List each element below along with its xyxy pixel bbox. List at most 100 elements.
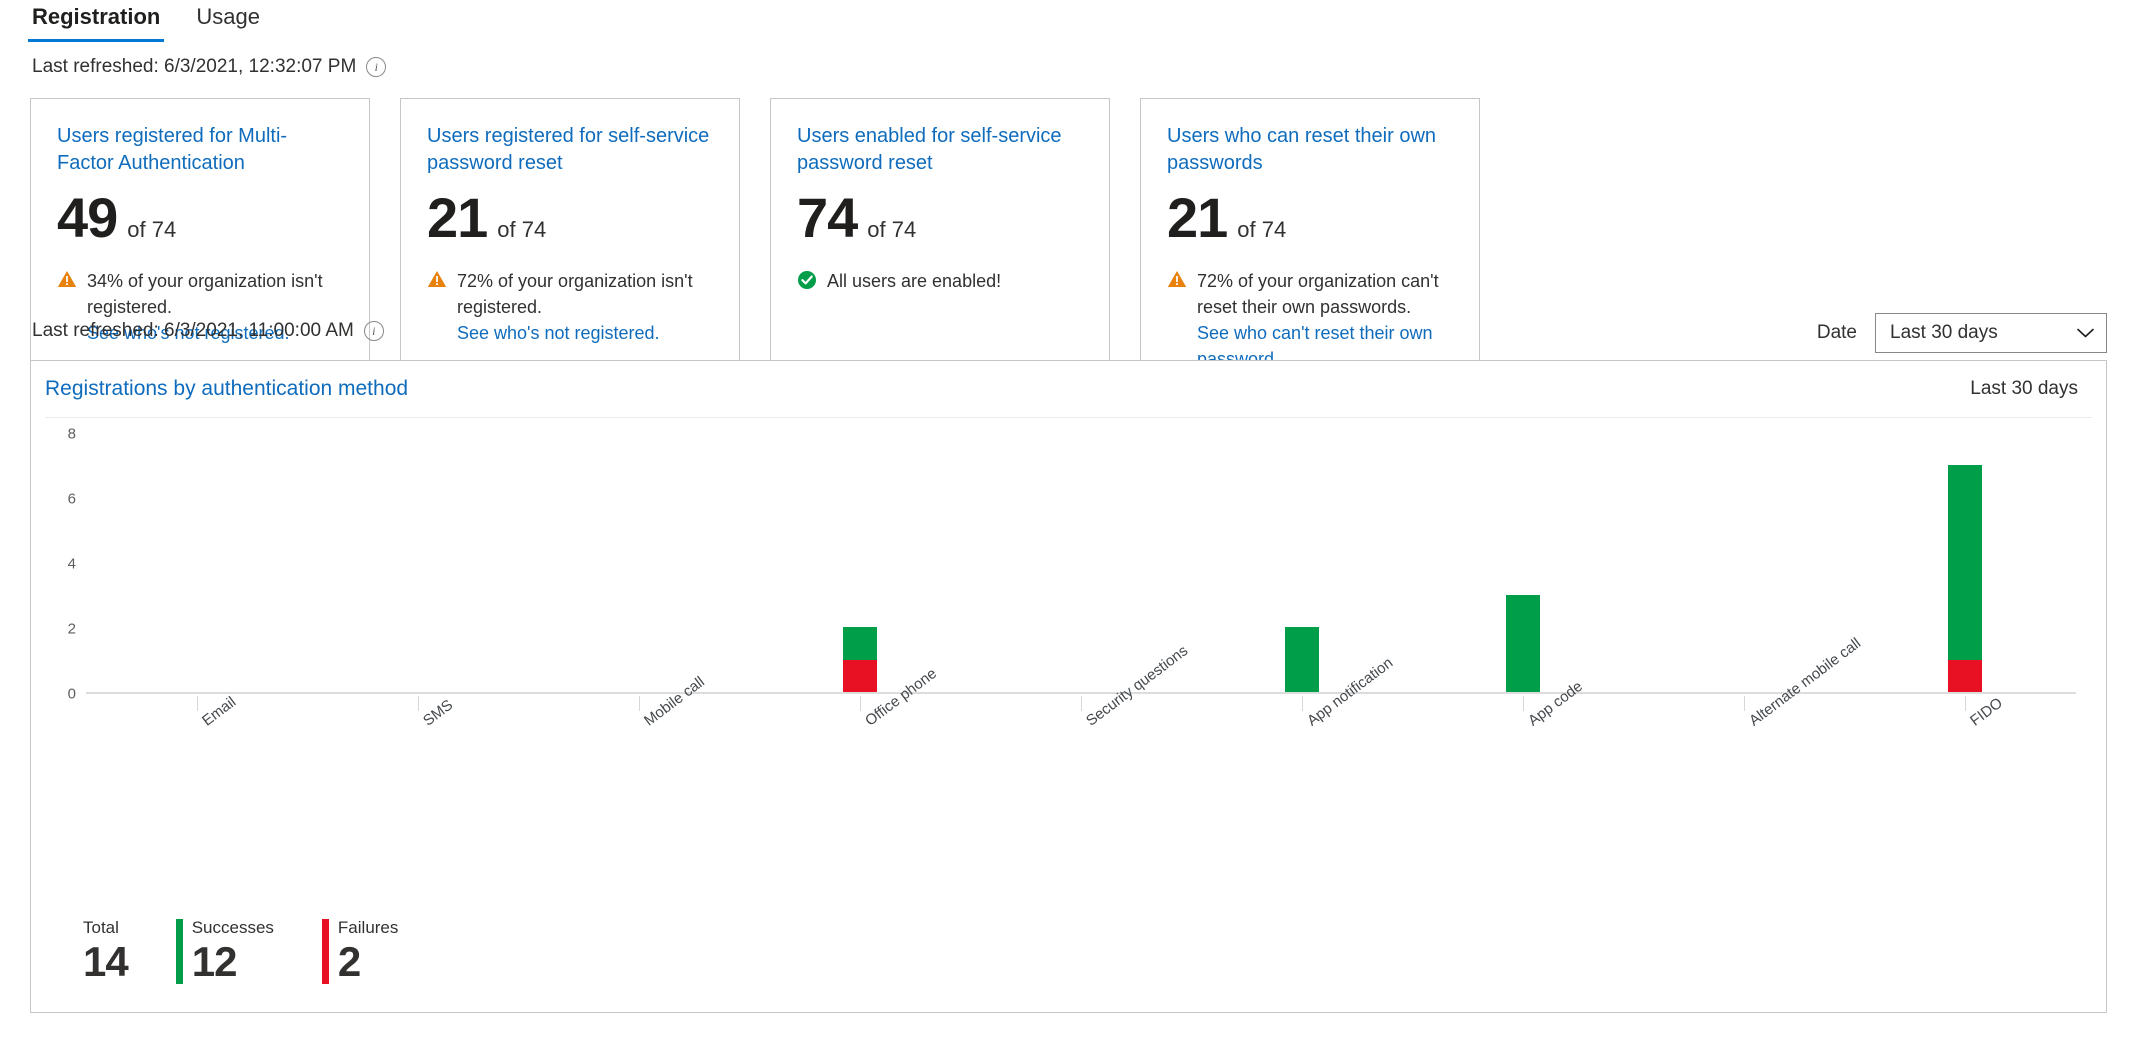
- chart-bar-segment-successes[interactable]: [1506, 594, 1541, 692]
- kpi-card-value: 21: [1167, 186, 1228, 250]
- kpi-card-value: 49: [57, 186, 118, 250]
- x-axis-label: FIDO: [1967, 694, 2007, 730]
- chart-bar-segment-successes[interactable]: [1948, 464, 1983, 660]
- tab-strip: Registration Usage: [0, 0, 2137, 48]
- y-axis-tick: 2: [67, 620, 76, 638]
- kpi-card-note-body: 72% of your organization isn't registere…: [457, 268, 713, 346]
- chart-totals-legend: Total 14 Successes 12 Failures 2: [83, 919, 398, 984]
- date-range-value: Last 30 days: [1890, 322, 1998, 343]
- x-axis-label: Security questions: [1083, 642, 1192, 730]
- chart-bar[interactable]: [1506, 594, 1541, 692]
- last-refreshed-cards: Last refreshed: 6/3/2021, 12:32:07 PM i: [32, 56, 387, 78]
- y-axis-tick: 6: [67, 490, 76, 508]
- kpi-card-sspr-enabled: Users enabled for self-service password …: [770, 98, 1110, 398]
- kpi-card-value: 74: [797, 186, 858, 250]
- kpi-card-note-text: 34% of your organization isn't registere…: [87, 271, 323, 318]
- y-axis-tick: 0: [67, 685, 76, 703]
- date-range-select[interactable]: Last 30 days: [1875, 313, 2107, 353]
- chart-panel: Registrations by authentication method L…: [30, 360, 2107, 1013]
- kpi-card-note-text: 72% of your organization isn't registere…: [457, 271, 693, 318]
- total-label: Successes: [191, 918, 274, 938]
- kpi-card-row: Users registered for Multi-Factor Authen…: [30, 98, 1480, 398]
- chart-bar-segment-successes[interactable]: [1285, 627, 1320, 692]
- tab-registration-label: Registration: [32, 4, 161, 29]
- chart-bar[interactable]: [1285, 627, 1320, 692]
- kpi-card-stat: 74 of 74: [797, 190, 1083, 246]
- x-axis-tickmark: [1302, 696, 1304, 711]
- kpi-card-note-body: All users are enabled!: [827, 268, 1001, 294]
- kpi-card-note-text: 72% of your organization can't reset the…: [1197, 271, 1439, 318]
- chart-bar-segment-failures[interactable]: [842, 659, 877, 692]
- total-label: Total: [83, 918, 119, 938]
- chart-range-label: Last 30 days: [1970, 378, 2078, 399]
- total-value: 14: [83, 937, 129, 985]
- x-axis-tickmark: [1081, 696, 1082, 711]
- kpi-card-note: 72% of your organization isn't registere…: [427, 268, 713, 346]
- total-item-failures: Failures 2: [321, 918, 399, 985]
- kpi-card-value: 21: [427, 186, 488, 250]
- last-refreshed-chart-text: Last refreshed: 6/3/2021, 11:00:00 AM: [32, 320, 354, 341]
- chart-header: Registrations by authentication method L…: [31, 361, 2106, 417]
- x-axis-tickmark: [1965, 696, 1967, 711]
- kpi-card-stat: 21 of 74: [427, 190, 713, 246]
- kpi-card-note: 72% of your organization can't reset the…: [1167, 268, 1453, 372]
- x-axis-label: SMS: [419, 696, 456, 730]
- info-icon[interactable]: i: [363, 321, 384, 341]
- kpi-card-sspr-registered: Users registered for self-service passwo…: [400, 98, 740, 398]
- kpi-card-title[interactable]: Users registered for self-service passwo…: [427, 123, 713, 176]
- chart-title[interactable]: Registrations by authentication method: [45, 377, 408, 401]
- kpi-card-note: All users are enabled!: [797, 268, 1083, 294]
- kpi-card-total: of 74: [127, 217, 177, 243]
- x-axis-tickmark: [1523, 696, 1525, 711]
- kpi-card-stat: 21 of 74: [1167, 190, 1453, 246]
- x-axis-label: Mobile call: [640, 673, 708, 730]
- x-axis-tickmark: [196, 696, 198, 711]
- info-icon[interactable]: i: [366, 57, 387, 77]
- kpi-card-title[interactable]: Users registered for Multi-Factor Authen…: [57, 123, 343, 176]
- date-filter: Date Last 30 days: [1817, 313, 2107, 353]
- kpi-card-note-text: All users are enabled!: [827, 271, 1002, 292]
- x-axis-label: Email: [198, 693, 239, 730]
- chart-bar[interactable]: [842, 627, 877, 692]
- tab-usage[interactable]: Usage: [178, 0, 278, 42]
- last-refreshed-cards-text: Last refreshed: 6/3/2021, 12:32:07 PM: [32, 56, 357, 77]
- kpi-card-note-body: 72% of your organization can't reset the…: [1197, 268, 1453, 372]
- x-axis-label: Alternate mobile call: [1746, 634, 1865, 730]
- last-refreshed-chart: Last refreshed: 6/3/2021, 11:00:00 AM i: [32, 320, 384, 342]
- success-check-icon: [797, 270, 817, 290]
- total-label: Failures: [337, 918, 399, 938]
- date-filter-label: Date: [1816, 322, 1857, 343]
- tab-usage-label: Usage: [196, 4, 260, 29]
- chart-plot-area: 02468 Email SMS Mobile call Office phone Sec…: [68, 426, 2076, 730]
- x-axis-tickmark: [1744, 696, 1746, 711]
- kpi-card-total: of 74: [1237, 217, 1287, 243]
- total-item-successes: Successes 12: [175, 918, 274, 985]
- y-axis-tick: 8: [67, 425, 76, 443]
- kpi-card-mfa-registered: Users registered for Multi-Factor Authen…: [30, 98, 370, 398]
- kpi-card-link[interactable]: See who's not registered.: [457, 320, 713, 346]
- total-item-total: Total 14: [83, 918, 129, 985]
- tab-registration[interactable]: Registration: [14, 0, 178, 42]
- kpi-card-can-reset-password: Users who can reset their own passwords …: [1140, 98, 1480, 398]
- kpi-card-total: of 74: [867, 217, 917, 243]
- total-value: 12: [191, 937, 238, 985]
- kpi-card-title[interactable]: Users who can reset their own passwords: [1167, 123, 1453, 176]
- success-color-swatch: [175, 919, 183, 984]
- kpi-card-stat: 49 of 74: [57, 190, 343, 246]
- total-value: 2: [337, 937, 361, 985]
- chevron-down-icon: [2077, 322, 2094, 344]
- x-axis-tickmark: [638, 696, 640, 711]
- x-axis-tickmark: [859, 696, 861, 711]
- x-axis-tickmark: [417, 696, 419, 711]
- chart-plot-wrap: 02468 Email SMS Mobile call Office phone Sec…: [31, 418, 2106, 898]
- warning-icon: [57, 270, 77, 288]
- chart-bar-segment-successes[interactable]: [842, 627, 877, 660]
- warning-icon: [427, 270, 447, 288]
- warning-icon: [1167, 270, 1187, 288]
- kpi-card-title[interactable]: Users enabled for self-service password …: [797, 123, 1083, 176]
- y-axis-tick: 4: [67, 555, 76, 573]
- chart-bar-segment-failures[interactable]: [1948, 659, 1983, 692]
- kpi-card-total: of 74: [497, 217, 547, 243]
- failure-color-swatch: [321, 919, 329, 984]
- chart-bar[interactable]: [1948, 464, 1983, 692]
